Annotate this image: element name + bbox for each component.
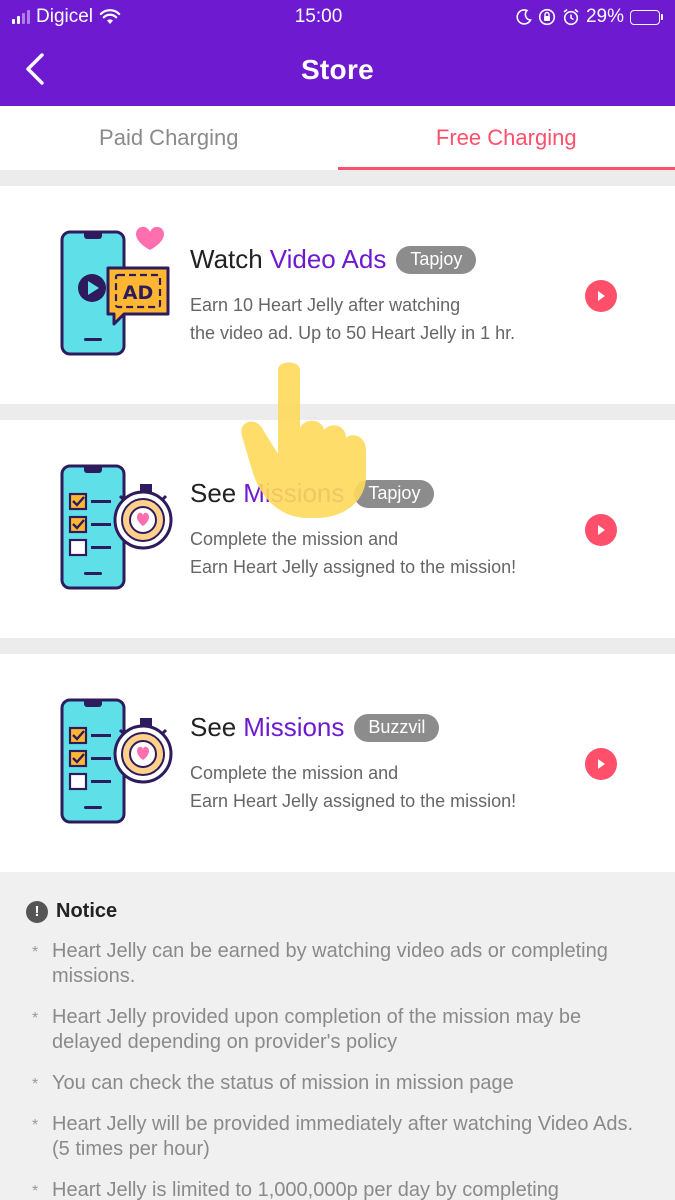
offer-missions-buzzvil[interactable]: See Missions Buzzvil Complete the missio… — [0, 654, 675, 872]
battery-icon — [629, 9, 663, 25]
play-icon — [598, 291, 605, 301]
offer-description-line: Earn Heart Jelly assigned to the mission… — [190, 791, 517, 811]
rotation-lock-icon — [538, 8, 556, 26]
status-left: Digicel — [12, 6, 121, 28]
divider — [0, 170, 675, 186]
notice-title: Notice — [56, 900, 118, 922]
play-arrow-button[interactable] — [585, 748, 617, 780]
provider-badge: Buzzvil — [354, 713, 440, 742]
back-button[interactable] — [18, 52, 52, 86]
charging-tabs: Paid Charging Free Charging — [0, 106, 675, 170]
offer-title-prefix: Watch — [190, 244, 263, 274]
play-arrow-button[interactable] — [585, 514, 617, 546]
offer-description: Earn 10 Heart Jelly after watching the v… — [190, 291, 570, 347]
wifi-icon — [99, 9, 121, 24]
offer-text: See Missions Buzzvil Complete the missio… — [190, 712, 570, 815]
offer-title: See Missions Tapjoy — [190, 478, 570, 509]
notice-item: Heart Jelly is limited to 1,000,000p per… — [26, 1178, 649, 1200]
clock: 15:00 — [294, 6, 343, 27]
offer-missions-tapjoy[interactable]: See Missions Tapjoy Complete the mission… — [0, 420, 675, 638]
offer-title: Watch Video Ads Tapjoy — [190, 244, 570, 275]
offer-description-line: Complete the mission and — [190, 763, 399, 783]
notice-section: ! Notice Heart Jelly can be earned by wa… — [0, 872, 675, 1200]
offer-text: Watch Video Ads Tapjoy Earn 10 Heart Jel… — [190, 244, 570, 347]
play-arrow-button[interactable] — [585, 280, 617, 312]
offer-title-accent: Video Ads — [269, 244, 387, 274]
status-right: 29% — [516, 6, 663, 28]
offer-title-prefix: See — [190, 712, 237, 742]
offer-title: See Missions Buzzvil — [190, 712, 570, 743]
offer-title-prefix: See — [190, 478, 237, 508]
phone-checklist-stopwatch-icon — [60, 464, 173, 590]
chevron-left-icon — [26, 53, 44, 85]
notice-heading: ! Notice — [26, 900, 649, 923]
play-icon — [598, 525, 605, 535]
exclamation-icon: ! — [26, 900, 48, 923]
phone-checklist-stopwatch-icon — [60, 698, 173, 824]
alarm-icon — [563, 8, 579, 26]
divider — [0, 404, 675, 420]
offer-description-line: Earn Heart Jelly assigned to the mission… — [190, 557, 517, 577]
notice-item: Heart Jelly provided upon completion of … — [26, 1005, 649, 1055]
offer-description-line: the video ad. Up to 50 Heart Jelly in 1 … — [190, 323, 516, 343]
notice-list: Heart Jelly can be earned by watching vi… — [26, 939, 649, 1200]
notice-item: You can check the status of mission in m… — [26, 1071, 649, 1097]
divider — [0, 638, 675, 654]
svg-text:AD: AD — [123, 282, 153, 304]
provider-badge: Tapjoy — [354, 479, 435, 508]
offer-description: Complete the mission and Earn Heart Jell… — [190, 525, 570, 581]
offer-title-accent: Missions — [243, 712, 345, 742]
top-bar: Digicel 15:00 29% Store — [0, 0, 675, 106]
play-icon — [598, 759, 605, 769]
provider-badge: Tapjoy — [396, 245, 477, 274]
offer-description-line: Earn 10 Heart Jelly after watching — [190, 295, 461, 315]
notice-item: Heart Jelly will be provided immediately… — [26, 1112, 649, 1162]
moon-icon — [516, 9, 532, 25]
tab-free-charging[interactable]: Free Charging — [337, 106, 675, 170]
offer-description: Complete the mission and Earn Heart Jell… — [190, 759, 570, 815]
battery-percentage: 29% — [585, 6, 624, 27]
notice-item: Heart Jelly can be earned by watching vi… — [26, 939, 649, 989]
app-header: Store — [0, 34, 675, 106]
offer-video-ads-tapjoy[interactable]: AD Watch Video Ads Tapjoy Earn 10 Heart … — [0, 186, 675, 404]
offer-description-line: Complete the mission and — [190, 529, 399, 549]
cellular-signal-icon — [12, 10, 30, 24]
page-title: Store — [300, 54, 375, 85]
status-bar: Digicel 15:00 29% — [0, 0, 675, 34]
tab-paid-charging[interactable]: Paid Charging — [0, 106, 338, 170]
carrier-name: Digicel — [36, 6, 94, 27]
store-screen: Digicel 15:00 29% Store Paid Charging Fr… — [0, 0, 675, 1200]
offer-text: See Missions Tapjoy Complete the mission… — [190, 478, 570, 581]
offer-title-accent: Missions — [243, 478, 345, 508]
phone-video-ad-icon: AD — [60, 226, 170, 356]
